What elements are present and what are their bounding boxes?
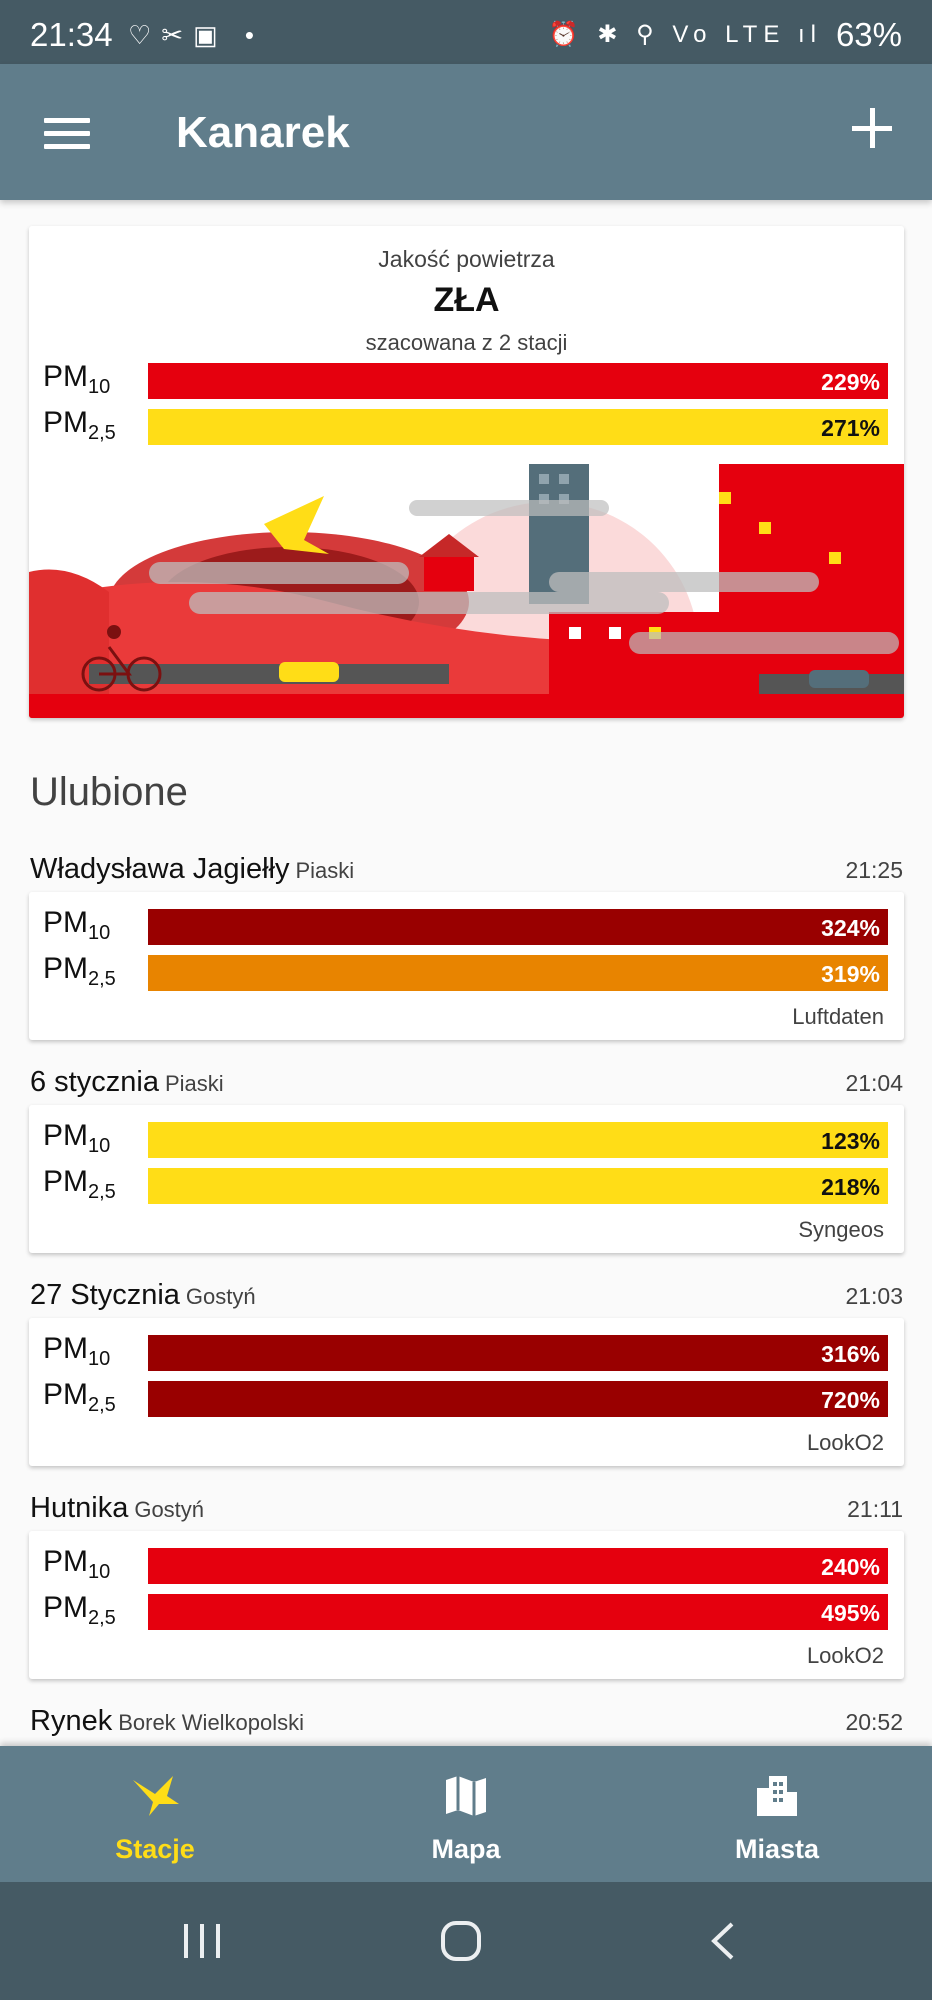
station-name: Rynek — [30, 1705, 113, 1737]
pm10-bar: 316% — [148, 1335, 888, 1371]
menu-icon[interactable] — [44, 118, 90, 149]
pm25-bar: 720% — [148, 1381, 888, 1417]
battery-level: 63% — [835, 16, 902, 53]
station-district: Gostyń — [185, 1284, 256, 1309]
station-time: 21:25 — [845, 857, 903, 883]
station-header[interactable]: 6 stycznia Piaski 21:04 — [30, 1066, 903, 1102]
station-time: 21:04 — [845, 1070, 903, 1096]
pm25-row: PM2,5 495% — [29, 1591, 904, 1631]
station-name: 27 Stycznia — [30, 1279, 180, 1311]
station-time: 21:11 — [847, 1496, 903, 1522]
station-district: Piaski — [295, 858, 355, 883]
station-card[interactable]: PM10 240% PM2,5 495% LookO2 — [29, 1531, 904, 1679]
data-source: Syngeos — [798, 1217, 884, 1242]
station-name: Władysława Jagiełły — [30, 853, 290, 885]
app-title: Kanarek — [176, 108, 350, 157]
pm25-row: PM2,5 720% — [29, 1378, 904, 1418]
pm25-value: 271% — [821, 415, 880, 441]
pm10-bar: 123% — [148, 1122, 888, 1158]
recent-apps-icon[interactable] — [180, 1922, 224, 1960]
station-name: Hutnika — [30, 1492, 129, 1524]
pm10-value: 324% — [821, 915, 880, 941]
app-bar: Kanarek — [0, 64, 932, 200]
station-card[interactable]: PM10 324% PM2,5 319% Luftdaten — [29, 892, 904, 1040]
summary-pm25-row: PM2,5 271% — [29, 406, 904, 446]
station-time: 20:52 — [845, 1709, 903, 1735]
station-header[interactable]: Hutnika Gostyń 21:11 — [30, 1492, 903, 1528]
back-icon[interactable] — [708, 1920, 738, 1962]
pm10-label: PM10 — [43, 360, 111, 398]
pm25-bar: 495% — [148, 1594, 888, 1630]
summary-subtitle: szacowana z 2 stacji — [365, 330, 568, 355]
station-card[interactable]: PM10 123% PM2,5 218% Syngeos — [29, 1105, 904, 1253]
data-source: LookO2 — [806, 1430, 884, 1455]
nav-label: Miasta — [734, 1834, 820, 1864]
pm10-value: 229% — [821, 369, 880, 395]
nav-label: Mapa — [431, 1834, 501, 1864]
station-header[interactable]: Władysława Jagiełły Piaski 21:25 — [30, 853, 903, 889]
home-icon[interactable] — [440, 1920, 482, 1962]
pm25-label: PM2,5 — [43, 406, 116, 444]
summary-label: Jakość powietrza — [378, 246, 555, 272]
pm10-row: PM10 240% — [29, 1545, 904, 1585]
pm10-row: PM10 123% — [29, 1119, 904, 1159]
station-header[interactable]: Rynek Borek Wielkopolski 20:52 — [30, 1705, 903, 1741]
pm10-bar: 324% — [148, 909, 888, 945]
station-district: Piaski — [164, 1071, 224, 1096]
pm10-value: 316% — [821, 1341, 880, 1367]
notification-icons: ♡✂▣ • — [128, 20, 264, 50]
pm10-value: 123% — [821, 1128, 880, 1154]
air-quality-status: ZŁA — [433, 281, 500, 319]
pm10-row: PM10 324% — [29, 906, 904, 946]
smog-city-illustration — [29, 464, 904, 718]
pm10-label: PM10 — [43, 1119, 111, 1157]
map-icon — [446, 1776, 486, 1816]
station-card[interactable]: PM10 316% PM2,5 720% LookO2 — [29, 1318, 904, 1466]
pm25-label: PM2,5 — [43, 952, 116, 990]
pm25-row: PM2,5 218% — [29, 1165, 904, 1205]
status-bar: 21:34 ♡✂▣ • ⏰ ✱ ⚲ Vo LTE ıl 63% — [0, 0, 932, 64]
nav-label: Stacje — [115, 1834, 195, 1864]
favorites-title: Ulubione — [30, 770, 188, 814]
data-source: LookO2 — [806, 1643, 884, 1668]
pm25-label: PM2,5 — [43, 1591, 116, 1629]
pm25-value: 319% — [821, 961, 880, 987]
system-navigation-bar — [0, 1882, 932, 2000]
system-status-icons: ⏰ ✱ ⚲ Vo LTE ıl — [548, 21, 822, 48]
pm25-value: 495% — [821, 1600, 880, 1626]
air-quality-summary-card[interactable]: Jakość powietrza ZŁA szacowana z 2 stacj… — [29, 226, 904, 718]
pm25-label: PM2,5 — [43, 1378, 116, 1416]
pm10-value: 240% — [821, 1554, 880, 1580]
nav-mapa[interactable]: Mapa — [311, 1746, 621, 1882]
station-name: 6 stycznia — [30, 1066, 159, 1098]
pm25-bar: 271% — [148, 409, 888, 445]
pm10-label: PM10 — [43, 1332, 111, 1370]
pm25-value: 218% — [821, 1174, 880, 1200]
station-time: 21:03 — [845, 1283, 903, 1309]
pm25-bar: 218% — [148, 1168, 888, 1204]
city-icon — [757, 1776, 797, 1816]
status-time: 21:34 — [30, 16, 113, 53]
pm10-row: PM10 316% — [29, 1332, 904, 1372]
nav-stacje[interactable]: Stacje — [0, 1746, 310, 1882]
pm10-label: PM10 — [43, 906, 111, 944]
add-station-icon[interactable] — [852, 108, 892, 148]
pm10-bar: 240% — [148, 1548, 888, 1584]
bird-icon — [133, 1776, 179, 1816]
pm25-label: PM2,5 — [43, 1165, 116, 1203]
pm25-value: 720% — [821, 1387, 880, 1413]
pm25-row: PM2,5 319% — [29, 952, 904, 992]
station-district: Gostyń — [134, 1497, 205, 1522]
summary-pm10-row: PM10 229% — [29, 360, 904, 400]
station-district: Borek Wielkopolski — [118, 1710, 305, 1735]
data-source: Luftdaten — [792, 1004, 884, 1029]
pm25-bar: 319% — [148, 955, 888, 991]
station-header[interactable]: 27 Stycznia Gostyń 21:03 — [30, 1279, 903, 1315]
pm10-label: PM10 — [43, 1545, 111, 1583]
bottom-navigation: Stacje Mapa Miasta — [0, 1746, 932, 1882]
nav-miasta[interactable]: Miasta — [622, 1746, 932, 1882]
pm10-bar: 229% — [148, 363, 888, 399]
